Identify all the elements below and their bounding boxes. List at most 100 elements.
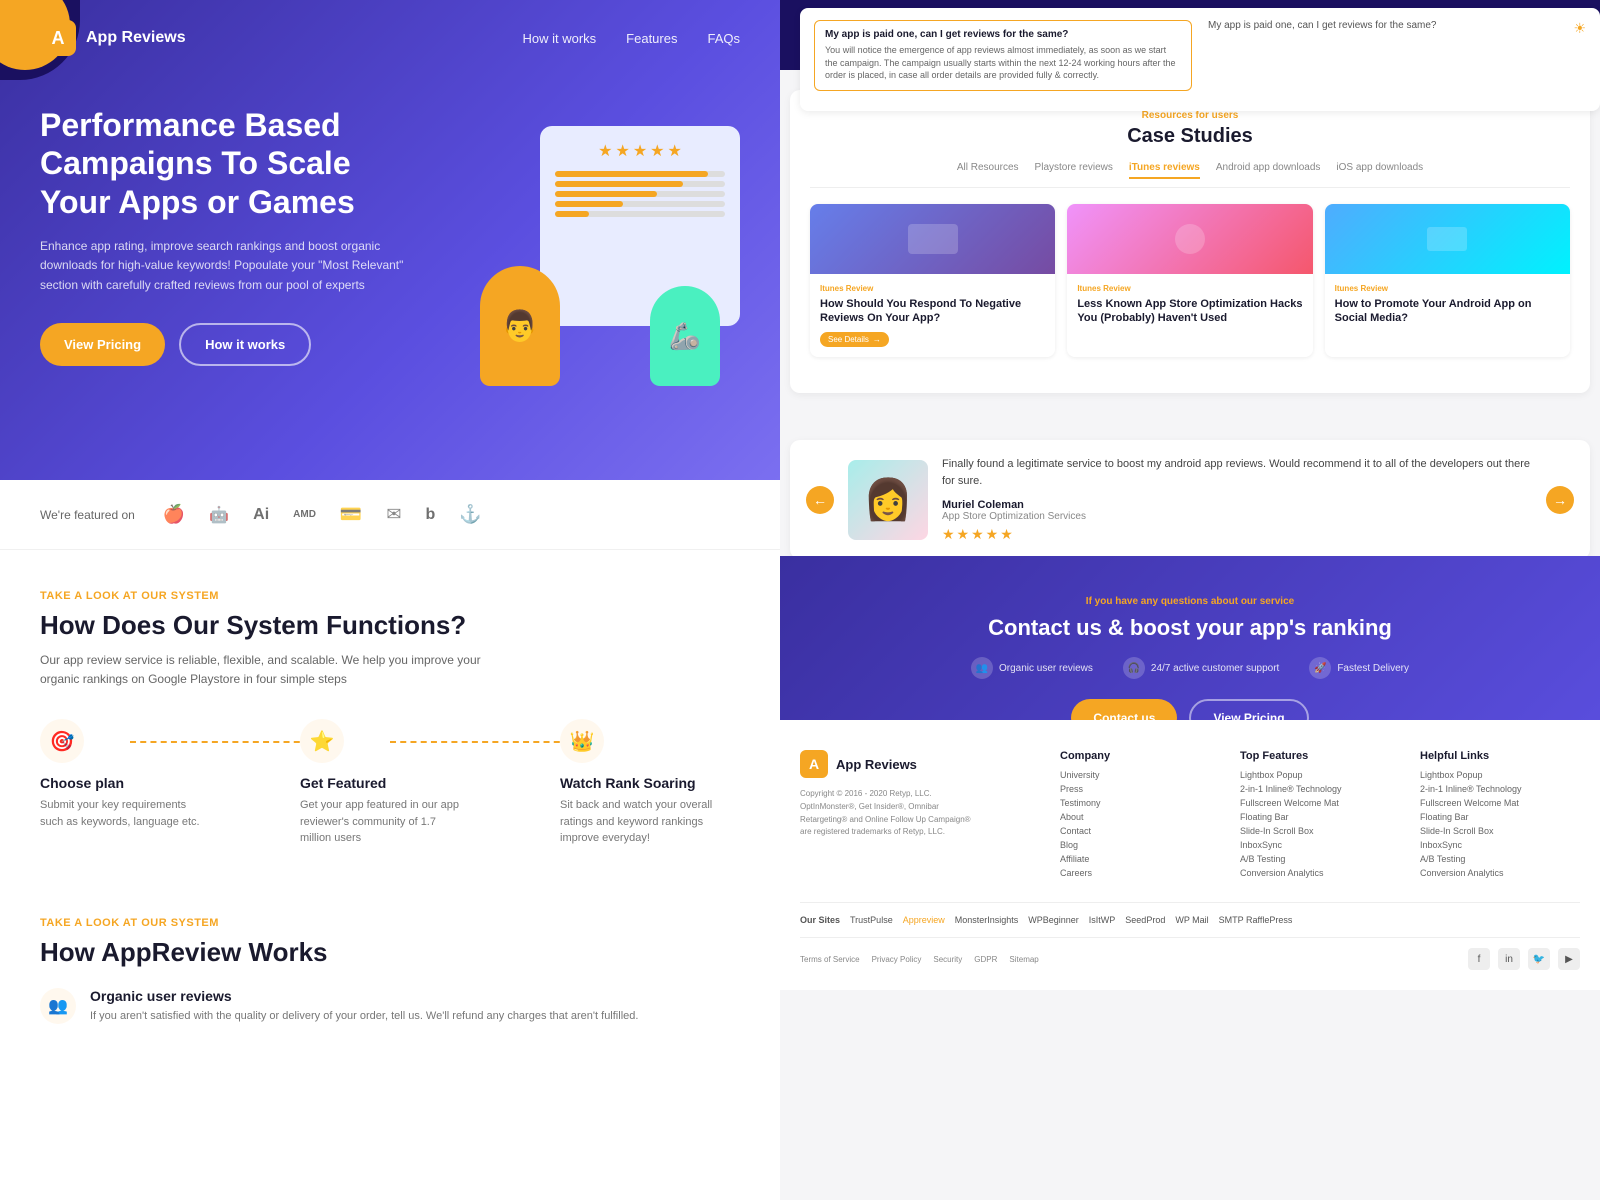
footer-sites-label: Our Sites (800, 915, 840, 925)
footer-social: f in 🐦 ▶ (1468, 948, 1580, 970)
appreview-section: Take a look at our system How AppReview … (0, 897, 780, 1045)
footer-security[interactable]: Security (933, 955, 962, 964)
organic-row: 👥 Organic user reviews If you aren't sat… (40, 988, 740, 1025)
cta-features: 👥 Organic user reviews 🎧 24/7 active cus… (840, 657, 1540, 679)
cs-title: Case Studies (810, 125, 1570, 148)
how-it-works-button[interactable]: How it works (179, 323, 311, 366)
cta-feature-3: 🚀 Fastest Delivery (1309, 657, 1409, 679)
step-1-title: Choose plan (40, 775, 220, 791)
twitter-icon[interactable]: 🐦 (1528, 948, 1550, 970)
footer-terms[interactable]: Terms of Service (800, 955, 860, 964)
step-2-icon: ⭐ (300, 719, 344, 763)
footer-sitemap[interactable]: Sitemap (1009, 955, 1038, 964)
cs-card-title-1: How Should You Respond To Negative Revie… (820, 297, 1045, 326)
footer-col-features-title: Top Features (1240, 750, 1400, 762)
footer-privacy[interactable]: Privacy Policy (872, 955, 922, 964)
footer-help-4[interactable]: Floating Bar (1420, 812, 1580, 822)
appreview-tag: Take a look at our system (40, 917, 740, 929)
nav-features[interactable]: Features (626, 31, 677, 46)
footer-feature-5[interactable]: Slide-In Scroll Box (1240, 826, 1400, 836)
footer-feature-1[interactable]: Lightbox Popup (1240, 770, 1400, 780)
footer-help-8[interactable]: Conversion Analytics (1420, 868, 1580, 878)
cs-card-arrow-1: → (873, 335, 881, 344)
cs-card-tag-1: Itunes Review (820, 284, 1045, 293)
footer-site-monsterinsights[interactable]: MonsterInsights (955, 915, 1019, 925)
footer-help-2[interactable]: 2-in-1 Inline® Technology (1420, 784, 1580, 794)
step-1-icon: 🎯 (40, 719, 84, 763)
cs-tab-itunes[interactable]: iTunes reviews (1129, 162, 1200, 179)
footer-help-7[interactable]: A/B Testing (1420, 854, 1580, 864)
cta-feature-label-1: Organic user reviews (999, 663, 1093, 674)
footer-feature-6[interactable]: InboxSync (1240, 840, 1400, 850)
logo-container: A App Reviews (40, 20, 186, 56)
cta-feature-label-3: Fastest Delivery (1337, 663, 1409, 674)
nav-how-it-works[interactable]: How it works (522, 31, 596, 46)
hero-section: A App Reviews How it works Features FAQs… (0, 0, 780, 480)
footer-site-isitwp[interactable]: IsItWP (1089, 915, 1116, 925)
footer-feature-4[interactable]: Floating Bar (1240, 812, 1400, 822)
hero-description: Enhance app rating, improve search ranki… (40, 237, 420, 295)
footer-help-1[interactable]: Lightbox Popup (1420, 770, 1580, 780)
footer-help-6[interactable]: InboxSync (1420, 840, 1580, 850)
footer-site-seedprod[interactable]: SeedProd (1125, 915, 1165, 925)
footer-col-company: Company University Press Testimony About… (1060, 750, 1220, 882)
footer-link-blog[interactable]: Blog (1060, 840, 1220, 850)
footer-help-5[interactable]: Slide-In Scroll Box (1420, 826, 1580, 836)
nav-faqs[interactable]: FAQs (707, 31, 740, 46)
footer-feature-8[interactable]: Conversion Analytics (1240, 868, 1400, 878)
footer-logo-icon: A (800, 750, 828, 778)
footer-site-appreview[interactable]: Appreview (903, 915, 945, 925)
rating-bar-5 (555, 211, 725, 217)
footer-link-affiliate[interactable]: Affiliate (1060, 854, 1220, 864)
footer-logo: A App Reviews (800, 750, 1040, 778)
footer-feature-7[interactable]: A/B Testing (1240, 854, 1400, 864)
bing-icon: b (425, 506, 435, 524)
testimonial-prev-button[interactable]: ← (806, 486, 834, 514)
right-panel: My app is paid one, can I get reviews fo… (780, 0, 1600, 1200)
testimonial-role: App Store Optimization Services (942, 511, 1532, 522)
faq-card: My app is paid one, can I get reviews fo… (800, 8, 1600, 111)
footer-link-contact[interactable]: Contact (1060, 826, 1220, 836)
cs-card-body-1: Itunes Review How Should You Respond To … (810, 274, 1055, 357)
cta-title: Contact us & boost your app's ranking (840, 615, 1540, 641)
footer-site-wpbeginner[interactable]: WPBeginner (1028, 915, 1079, 925)
cs-tab-all[interactable]: All Resources (957, 162, 1019, 179)
android-icon: 🤖 (209, 505, 229, 525)
cs-card-img-2 (1067, 204, 1312, 274)
facebook-icon[interactable]: f (1468, 948, 1490, 970)
footer-col-features: Top Features Lightbox Popup 2-in-1 Inlin… (1240, 750, 1400, 882)
cs-card-body-2: Itunes Review Less Known App Store Optim… (1067, 274, 1312, 342)
organic-text-title: Organic user reviews (90, 988, 638, 1004)
testimonial-next-button[interactable]: → (1546, 486, 1574, 514)
testimonial-avatar: 👩 (848, 460, 928, 540)
star-3: ★ (633, 141, 647, 161)
youtube-icon[interactable]: ▶ (1558, 948, 1580, 970)
footer-feature-3[interactable]: Fullscreen Welcome Mat (1240, 798, 1400, 808)
footer-sites: Our Sites TrustPulse Appreview MonsterIn… (800, 902, 1580, 938)
cs-tab-android[interactable]: Android app downloads (1216, 162, 1321, 179)
footer-link-press[interactable]: Press (1060, 784, 1220, 794)
footer-site-wpmail[interactable]: WP Mail (1175, 915, 1208, 925)
star-5: ★ (668, 141, 682, 161)
footer-gdpr[interactable]: GDPR (974, 955, 997, 964)
footer-link-university[interactable]: University (1060, 770, 1220, 780)
steps-row: 🎯 Choose plan Submit your key requiremen… (40, 719, 740, 847)
footer: A App Reviews Copyright © 2016 - 2020 Re… (780, 720, 1600, 990)
footer-help-3[interactable]: Fullscreen Welcome Mat (1420, 798, 1580, 808)
footer-feature-2[interactable]: 2-in-1 Inline® Technology (1240, 784, 1400, 794)
system-section: Take a look at our system How Does Our S… (0, 550, 780, 897)
footer-site-smtp[interactable]: SMTP RafflePress (1219, 915, 1293, 925)
cs-tab-playstore[interactable]: Playstore reviews (1035, 162, 1113, 179)
cs-tab-ios[interactable]: iOS app downloads (1336, 162, 1423, 179)
footer-link-testimony[interactable]: Testimony (1060, 798, 1220, 808)
linkedin-icon[interactable]: in (1498, 948, 1520, 970)
footer-site-trustpulse[interactable]: TrustPulse (850, 915, 893, 925)
footer-col-links-title: Helpful Links (1420, 750, 1580, 762)
footer-link-about[interactable]: About (1060, 812, 1220, 822)
footer-link-careers[interactable]: Careers (1060, 868, 1220, 878)
view-pricing-button[interactable]: View Pricing (40, 323, 165, 366)
cs-card-link-1[interactable]: See Details → (820, 332, 889, 347)
step-connector-2 (390, 741, 570, 743)
cs-card-tag-3: Itunes Review (1335, 284, 1560, 293)
faq-question: My app is paid one, can I get reviews fo… (825, 29, 1181, 40)
